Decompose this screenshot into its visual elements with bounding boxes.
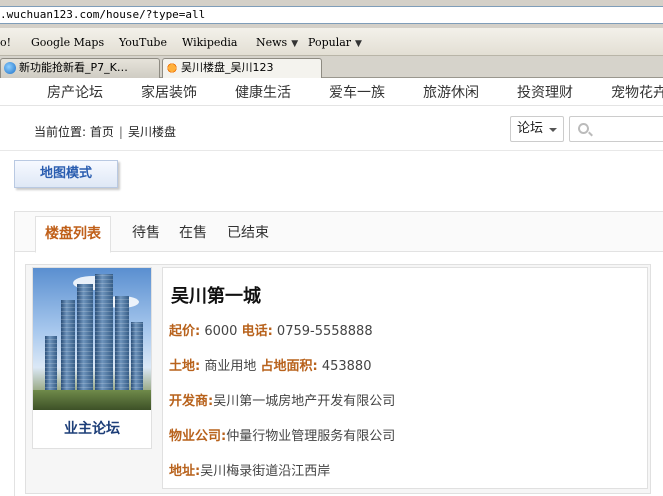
- developer-row: 开发商:吴川第一城房地产开发有限公司: [169, 394, 396, 409]
- bookmark-news[interactable]: News ▼: [256, 36, 298, 49]
- nav-item[interactable]: 房产论坛: [47, 82, 103, 102]
- breadcrumb-prefix: 当前位置:: [34, 125, 87, 139]
- property-management-row: 物业公司:仲量行物业管理服务有限公司: [169, 429, 396, 444]
- nav-item[interactable]: 爱车一族: [329, 82, 385, 102]
- nav-item[interactable]: 投资理财: [517, 82, 573, 102]
- category-nav: 房产论坛 家居装饰 健康生活 爱车一族 旅游休闲 投资理财 宠物花卉: [0, 78, 663, 106]
- search-icon[interactable]: [578, 123, 589, 134]
- bookmark-google-maps[interactable]: Google Maps: [31, 36, 104, 49]
- developer-value: 吴川第一城房地产开发有限公司: [213, 394, 396, 409]
- price-value: 6000: [204, 324, 238, 339]
- estate-photo[interactable]: [33, 268, 151, 410]
- address-bar: .wuchuan123.com/house/?type=all: [0, 0, 663, 28]
- address-row: 地址:吴川梅录街道沿江西岸: [169, 464, 331, 479]
- property-management-value: 仲量行物业管理服务有限公司: [226, 429, 396, 444]
- tab-on-sale[interactable]: 在售: [179, 222, 207, 242]
- browser-tab-bar: 新功能抢新看_P7_K… 吴川楼盘_吴川123: [0, 56, 663, 79]
- breadcrumb-separator: |: [118, 125, 123, 139]
- search-box: [569, 116, 663, 142]
- address-value: 吴川梅录街道沿江西岸: [200, 464, 331, 479]
- nav-item[interactable]: 旅游休闲: [423, 82, 479, 102]
- sun-logo-icon: [166, 62, 178, 74]
- tab-pending-sale[interactable]: 待售: [132, 222, 160, 242]
- breadcrumb-current[interactable]: 吴川楼盘: [128, 125, 176, 139]
- phone-value: 0759-5558888: [276, 324, 373, 339]
- chevron-down-icon: [549, 128, 557, 132]
- browser-tab-active[interactable]: 吴川楼盘_吴川123: [162, 58, 322, 79]
- breadcrumb-row: 当前位置: 首页 | 吴川楼盘 论坛: [0, 111, 663, 151]
- nav-item[interactable]: 健康生活: [235, 82, 291, 102]
- bookmark-wikipedia[interactable]: Wikipedia: [182, 36, 237, 49]
- dropdown-arrow-icon: ▼: [355, 39, 362, 49]
- nav-item[interactable]: 家居装饰: [141, 82, 197, 102]
- estate-info-card: 吴川第一城 起价: 6000 电话: 0759-5558888 土地: 商业用地…: [162, 267, 648, 489]
- bookmark-partial[interactable]: o!: [0, 36, 11, 49]
- estate-list-item: 业主论坛 吴川第一城 起价: 6000 电话: 0759-5558888 土地:…: [25, 264, 651, 494]
- globe-icon: [4, 62, 16, 74]
- listing-tabs: 楼盘列表 待售 在售 已结束: [15, 212, 663, 253]
- dropdown-arrow-icon: ▼: [291, 39, 299, 49]
- land-row: 土地: 商业用地 占地面积: 453880: [169, 359, 372, 374]
- estate-name[interactable]: 吴川第一城: [171, 282, 261, 308]
- owner-forum-link[interactable]: 业主论坛: [33, 418, 151, 438]
- area-value: 453880: [321, 359, 372, 374]
- map-mode-button[interactable]: 地图模式: [14, 160, 118, 188]
- browser-tab[interactable]: 新功能抢新看_P7_K…: [0, 58, 160, 78]
- nav-item[interactable]: 宠物花卉: [611, 82, 663, 102]
- bookmark-popular[interactable]: Popular ▼: [308, 36, 362, 49]
- estate-thumbnail-card: 业主论坛: [32, 267, 152, 449]
- search-input[interactable]: [594, 119, 663, 139]
- tab-estate-list[interactable]: 楼盘列表: [35, 216, 111, 253]
- land-value: 商业用地: [204, 359, 257, 374]
- breadcrumb: 当前位置: 首页 | 吴川楼盘: [34, 123, 176, 140]
- bookmarks-toolbar: o! Google Maps YouTube Wikipedia News ▼ P…: [0, 28, 663, 56]
- tab-ended[interactable]: 已结束: [227, 222, 269, 242]
- url-field[interactable]: .wuchuan123.com/house/?type=all: [0, 6, 663, 24]
- search-scope-select[interactable]: 论坛: [510, 116, 564, 142]
- page-content: 房产论坛 家居装饰 健康生活 爱车一族 旅游休闲 投资理财 宠物花卉 当前位置:…: [0, 78, 663, 496]
- bookmark-youtube[interactable]: YouTube: [119, 36, 167, 49]
- breadcrumb-home[interactable]: 首页: [90, 125, 114, 139]
- price-row: 起价: 6000 电话: 0759-5558888: [169, 324, 373, 339]
- listing-panel: 楼盘列表 待售 在售 已结束 业主论坛 吴川第一城 起价: 6000 电话: 0…: [14, 211, 663, 496]
